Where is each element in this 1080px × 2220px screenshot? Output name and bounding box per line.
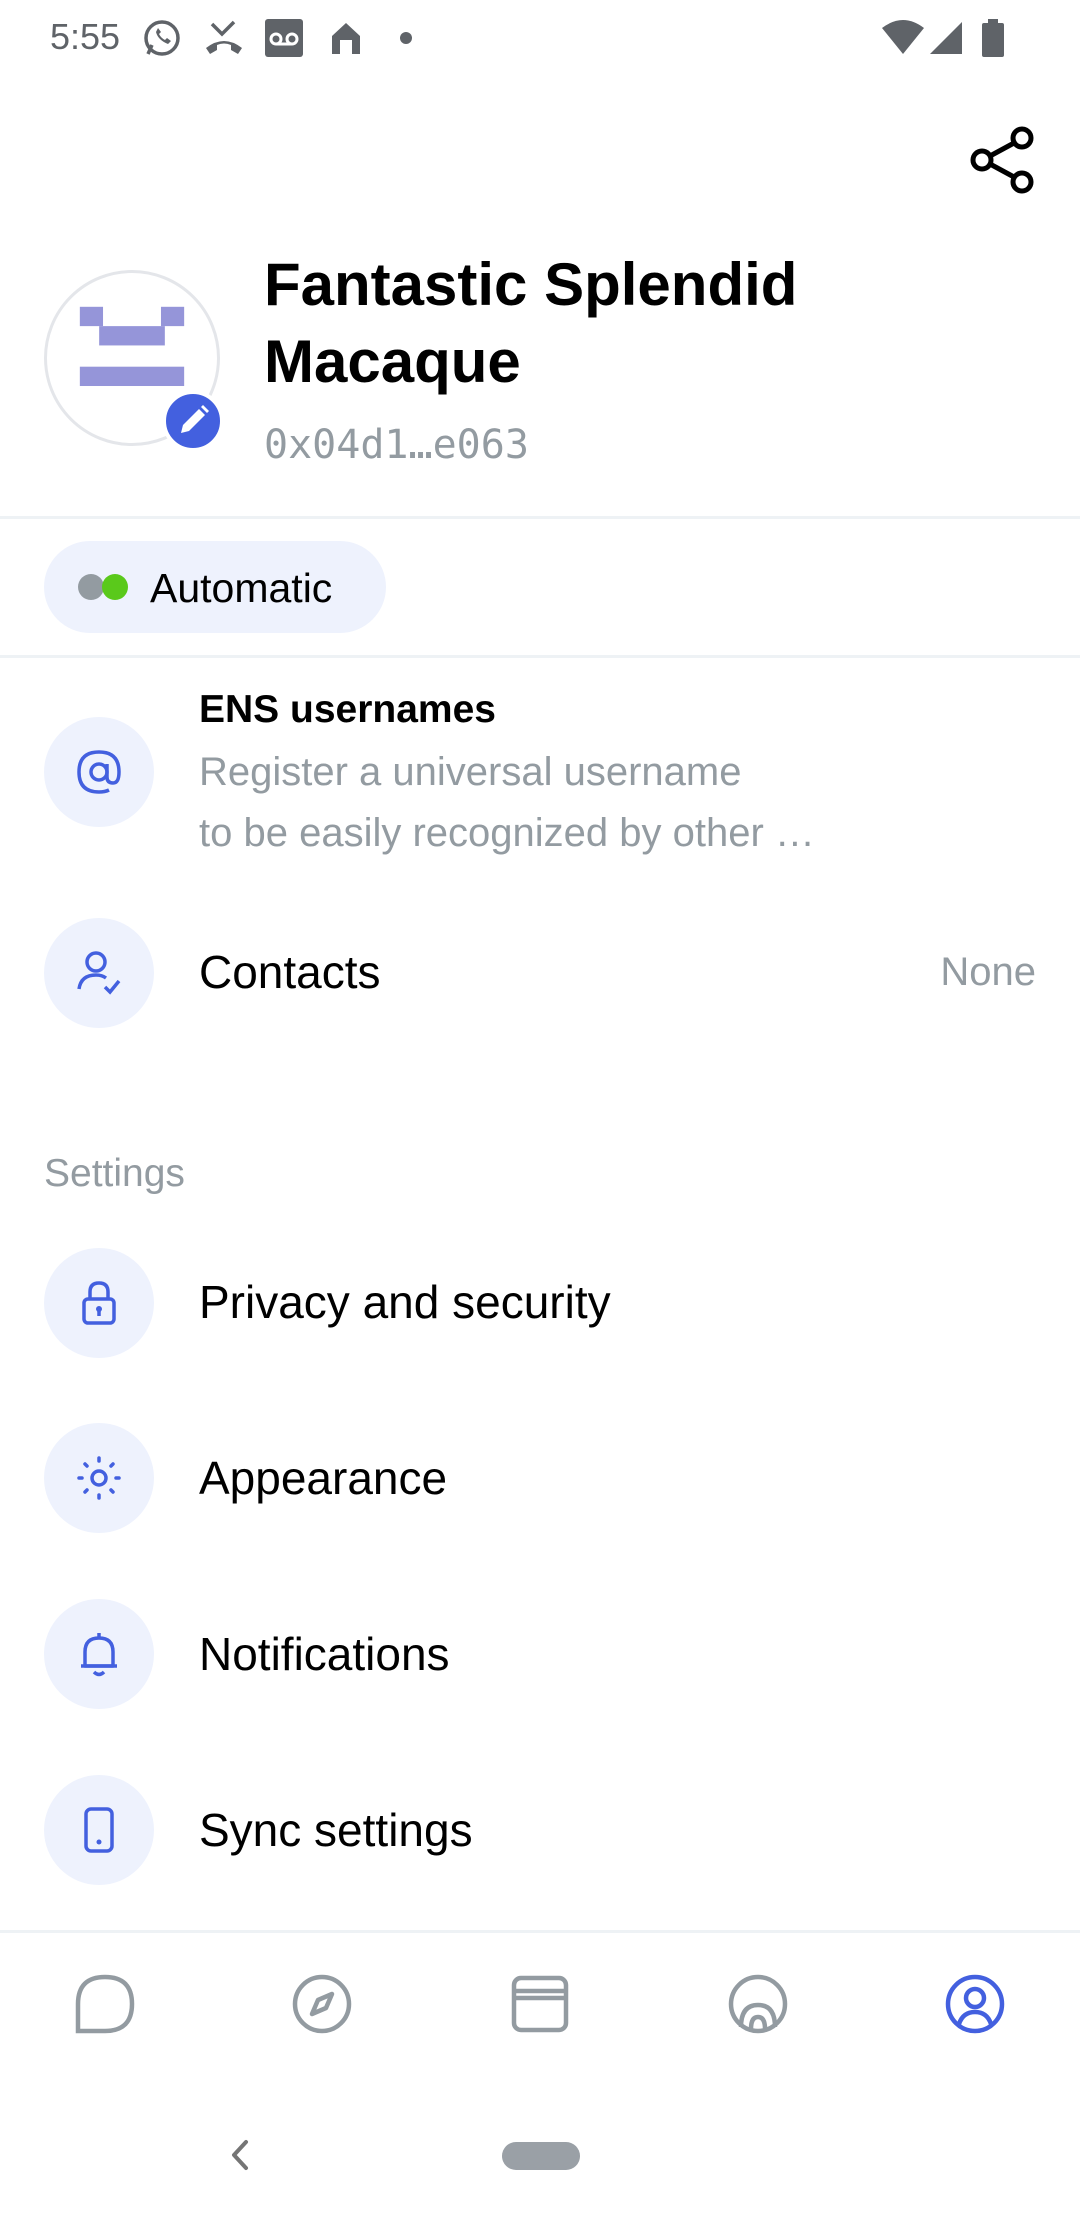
at-icon xyxy=(77,750,121,794)
online-status-button[interactable]: Automatic xyxy=(44,541,386,633)
ens-icon-container xyxy=(44,717,154,827)
missed-call-icon xyxy=(206,20,242,54)
battery-icon xyxy=(982,19,1004,57)
home-icon xyxy=(332,23,360,54)
signal-icon xyxy=(930,22,962,54)
share-icon[interactable] xyxy=(968,124,1038,194)
privacy-icon-container xyxy=(44,1248,154,1358)
browser-compass-icon[interactable] xyxy=(287,1969,357,2039)
settings-item-label: Sync settings xyxy=(199,1804,473,1856)
sun-icon xyxy=(77,1456,121,1500)
pencil-icon xyxy=(181,405,209,433)
bottom-nav xyxy=(0,1930,1080,2080)
back-gesture-icon[interactable] xyxy=(222,2130,258,2180)
phone-icon xyxy=(84,1807,114,1853)
settings-item-label: Appearance xyxy=(199,1452,448,1504)
ens-title: ENS usernames xyxy=(199,688,496,731)
appearance-icon-container xyxy=(44,1423,154,1533)
status-icon[interactable] xyxy=(723,1969,793,2039)
wifi-icon xyxy=(882,20,924,54)
bell-icon xyxy=(81,1633,117,1677)
status-dot-green xyxy=(102,574,128,600)
edit-avatar-button[interactable] xyxy=(162,390,224,452)
contacts-icon-container xyxy=(44,918,154,1028)
contact-check-icon xyxy=(77,951,121,995)
settings-section-label: Settings xyxy=(44,1152,185,1195)
status-time: 5:55 xyxy=(50,16,121,57)
settings-item-label: Privacy and security xyxy=(199,1276,611,1328)
wallet-icon[interactable] xyxy=(505,1969,575,2039)
ens-subtitle-line2: to be easily recognized by other … xyxy=(199,811,815,855)
lock-icon xyxy=(82,1281,116,1325)
divider xyxy=(0,516,1080,519)
wallet-address: 0x04d1…e063 xyxy=(264,422,529,468)
sync-icon-container xyxy=(44,1775,154,1885)
profile-icon[interactable] xyxy=(940,1969,1010,2039)
chat-icon[interactable] xyxy=(70,1969,140,2039)
contacts-count: None xyxy=(940,950,1036,994)
whatsapp-icon xyxy=(144,20,180,56)
display-name: Fantastic Splendid Macaque xyxy=(264,251,798,395)
status-dot-grey xyxy=(78,574,104,600)
status-bar: 5:55 xyxy=(0,0,1080,78)
status-label: Automatic xyxy=(150,565,333,611)
ens-subtitle-line1: Register a universal username xyxy=(199,750,742,794)
notifications-icon-container xyxy=(44,1599,154,1709)
voicemail-icon xyxy=(265,19,303,57)
dot-icon xyxy=(400,32,412,44)
settings-item-label: Notifications xyxy=(199,1628,450,1680)
divider xyxy=(0,655,1080,658)
home-gesture-handle[interactable] xyxy=(502,2142,580,2170)
contacts-title: Contacts xyxy=(199,946,381,998)
